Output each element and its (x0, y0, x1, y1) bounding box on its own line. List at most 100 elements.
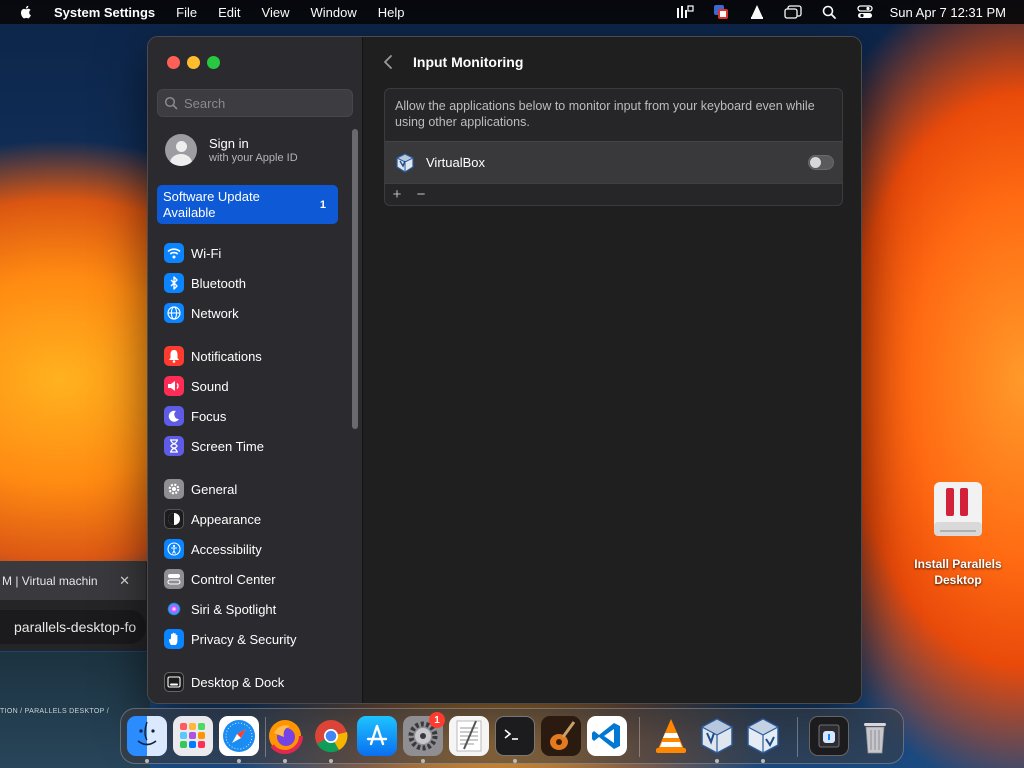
sidebar-item-appearance[interactable]: Appearance (164, 507, 261, 531)
avatar (165, 134, 197, 166)
sidebar-item-label: General (191, 481, 238, 497)
sidebar-item-siri-spotlight[interactable]: Siri & Spotlight (164, 597, 276, 621)
sign-in-title: Sign in (209, 135, 249, 151)
spotlight-search-icon[interactable] (820, 4, 838, 20)
sidebar-item-label: Network (191, 305, 239, 321)
dock-vscode-icon[interactable] (587, 716, 627, 756)
virtualbox-permission-toggle[interactable] (808, 155, 834, 170)
bluetooth-icon (164, 273, 184, 293)
app-name: VirtualBox (426, 155, 486, 170)
browser-tab[interactable]: M | Virtual machin ✕ (0, 562, 146, 600)
dock-virtualbox-vm-icon[interactable] (743, 716, 783, 756)
sidebar-item-desktop-dock[interactable]: Desktop & Dock (164, 670, 284, 694)
globe-icon (164, 303, 184, 323)
panel-footer: + − (385, 183, 842, 205)
dock-icon (164, 672, 184, 692)
input-monitoring-panel: Allow the applications below to monitor … (384, 88, 843, 206)
sidebar-item-sound[interactable]: Sound (164, 374, 229, 398)
desktop-item-install-parallels[interactable]: Install Parallels Desktop (902, 478, 1014, 588)
sign-in-subtitle: with your Apple ID (209, 151, 298, 164)
menu-file[interactable]: File (176, 5, 197, 20)
browser-tab-close-icon[interactable]: ✕ (119, 573, 130, 589)
sidebar-item-focus[interactable]: Focus (164, 404, 226, 428)
dock-textedit-icon[interactable] (449, 716, 489, 756)
control-center-toggle-icon[interactable] (856, 4, 874, 20)
sidebar-item-software-update[interactable]: Software Update Available 1 (157, 185, 338, 224)
appearance-icon (164, 509, 184, 529)
sidebar-item-label: Privacy & Security (191, 631, 297, 647)
remove-app-button[interactable]: − (409, 185, 433, 205)
dock-app-store-icon[interactable] (357, 716, 397, 756)
dock-downloads-stack-icon[interactable] (809, 716, 849, 756)
dock: 1 (120, 708, 904, 764)
wifi-icon (164, 243, 184, 263)
window-zoom-button[interactable] (207, 56, 220, 69)
background-browser-window: M | Virtual machin ✕ parallels-desktop-f… (0, 561, 150, 651)
vlc-status-icon[interactable] (748, 4, 766, 20)
software-update-label: Software Update Available (163, 188, 260, 220)
sidebar-item-notifications[interactable]: Notifications (164, 344, 262, 368)
sidebar-item-accessibility[interactable]: Accessibility (164, 537, 262, 561)
bell-icon (164, 346, 184, 366)
window-close-button[interactable] (167, 56, 180, 69)
window-minimize-button[interactable] (187, 56, 200, 69)
dock-settings-badge: 1 (429, 712, 445, 728)
dock-chrome-icon[interactable] (311, 716, 351, 756)
dock-vlc-icon[interactable] (651, 716, 691, 756)
sidebar-item-label: Siri & Spotlight (191, 601, 277, 617)
apple-id-sign-in[interactable]: Sign in with your Apple ID (165, 133, 345, 167)
desktop-item-label-line2: Desktop (934, 573, 982, 587)
menu-view[interactable]: View (262, 5, 290, 20)
sidebar-item-label: Desktop & Dock (191, 674, 285, 690)
dock-virtualbox-icon[interactable] (697, 716, 737, 756)
sidebar-scrollbar[interactable] (352, 129, 358, 429)
sidebar-item-label: Bluetooth (191, 275, 246, 291)
app-row-virtualbox[interactable]: VirtualBox (385, 141, 842, 183)
browser-address-bar[interactable]: parallels-desktop-fo (0, 610, 146, 644)
sidebar-item-general[interactable]: General (164, 477, 237, 501)
dock-launchpad-icon[interactable] (173, 716, 213, 756)
menu-app-name[interactable]: System Settings (54, 5, 155, 20)
sidebar-item-bluetooth[interactable]: Bluetooth (164, 271, 246, 295)
hand-icon (164, 629, 184, 649)
sidebar-item-control-center[interactable]: Control Center (164, 567, 276, 591)
screen-mirroring-app-icon[interactable] (712, 4, 730, 20)
web-page-breadcrumb: TION / PARALLELS DESKTOP / (0, 708, 109, 715)
dock-trash-icon[interactable] (855, 716, 895, 756)
parallels-status-icon[interactable] (676, 4, 694, 20)
menu-window[interactable]: Window (310, 5, 356, 20)
apple-menu-icon[interactable] (18, 4, 34, 20)
sidebar-item-network[interactable]: Network (164, 301, 239, 325)
dock-garageband-icon[interactable] (541, 716, 581, 756)
virtualbox-app-icon (395, 152, 415, 173)
sidebar: Sign in with your Apple ID Software Upda… (148, 37, 363, 703)
moon-icon (164, 406, 184, 426)
back-button[interactable] (382, 53, 396, 71)
windows-stack-icon[interactable] (783, 4, 802, 20)
menu-edit[interactable]: Edit (218, 5, 240, 20)
sidebar-item-label: Notifications (191, 348, 262, 364)
dock-firefox-icon[interactable] (265, 716, 305, 756)
dock-finder-icon[interactable] (127, 716, 167, 756)
hourglass-icon (164, 436, 184, 456)
dock-terminal-icon[interactable] (495, 716, 535, 756)
menu-help[interactable]: Help (378, 5, 405, 20)
add-app-button[interactable]: + (385, 185, 409, 205)
sidebar-item-screen-time[interactable]: Screen Time (164, 434, 264, 458)
search-input[interactable] (184, 95, 344, 111)
sidebar-search-field[interactable] (157, 89, 353, 117)
sidebar-item-label: Control Center (191, 571, 276, 587)
search-icon (164, 96, 178, 110)
sidebar-item-label: Sound (191, 378, 229, 394)
page-title: Input Monitoring (413, 54, 524, 70)
menubar-clock[interactable]: Sun Apr 7 12:31 PM (890, 5, 1006, 20)
speaker-icon (164, 376, 184, 396)
software-update-badge: 1 (319, 198, 326, 211)
browser-tab-title: M | Virtual machin (2, 574, 98, 588)
input-monitoring-description: Allow the applications below to monitor … (395, 99, 815, 129)
sidebar-item-wifi[interactable]: Wi-Fi (164, 241, 221, 265)
gear-icon (164, 479, 184, 499)
dock-safari-icon[interactable] (219, 716, 259, 756)
sidebar-item-privacy-security[interactable]: Privacy & Security (164, 627, 296, 651)
menu-bar: System Settings File Edit View Window He… (0, 0, 1024, 24)
